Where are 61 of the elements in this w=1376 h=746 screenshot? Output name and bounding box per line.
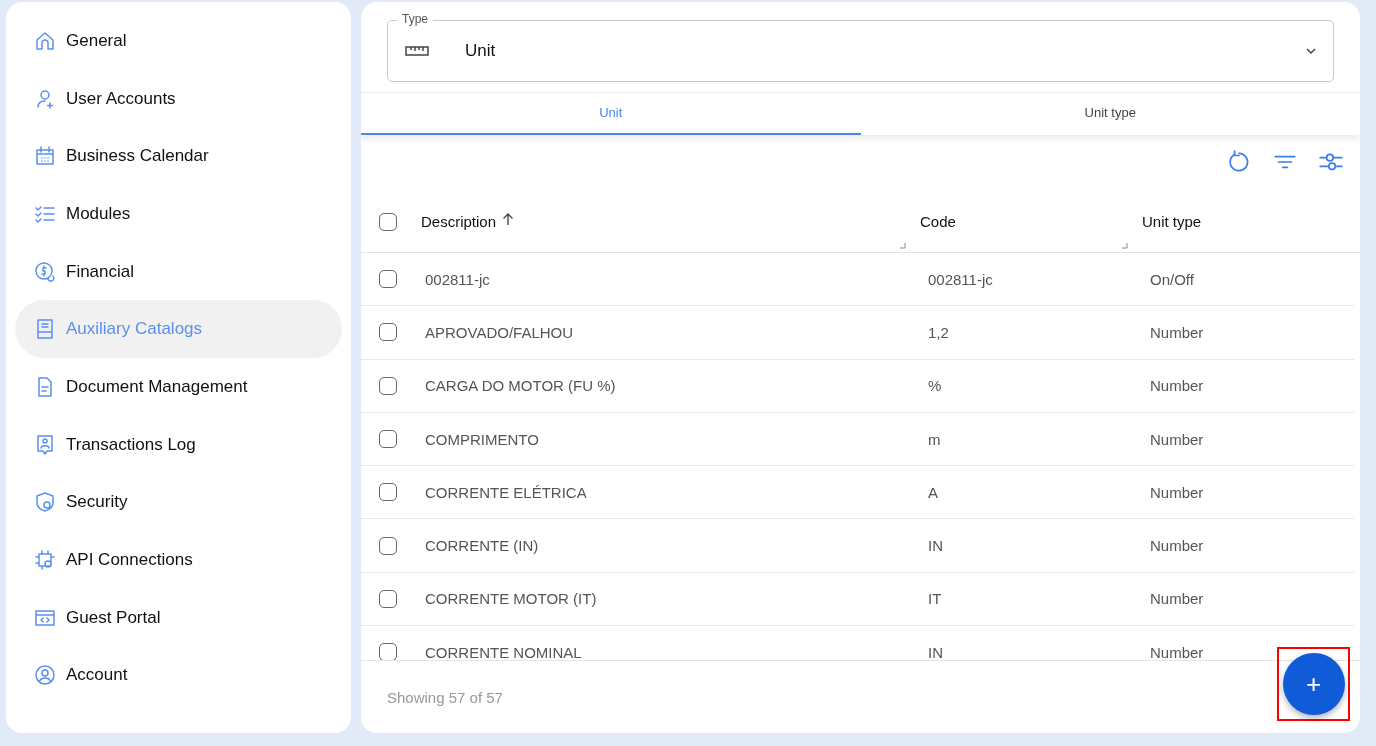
row-checkbox[interactable] — [379, 483, 397, 502]
sidebar-icon — [33, 663, 57, 688]
resize-handle-icon[interactable] — [1122, 243, 1128, 249]
table-cell: On/Off — [1150, 270, 1194, 288]
table-cell: CORRENTE (IN) — [425, 537, 539, 555]
sidebar-item[interactable]: Security — [15, 473, 342, 532]
field-value: Unit — [465, 41, 496, 61]
row-checkbox[interactable] — [379, 323, 397, 342]
table-cell: IN — [928, 537, 943, 555]
sidebar-item[interactable]: Modules — [15, 185, 342, 243]
table-cell: IN — [928, 643, 943, 660]
resize-handle-icon[interactable] — [900, 243, 906, 249]
table-cell: Number — [1150, 537, 1204, 555]
sort-arrow-icon[interactable] — [502, 211, 515, 226]
column-header[interactable]: Code — [920, 213, 956, 230]
status-text: Showing 57 of 57 — [387, 688, 503, 706]
sidebar-item[interactable]: Business Calendar — [15, 127, 342, 186]
row-checkbox[interactable] — [379, 376, 397, 395]
field-label: Type — [397, 12, 433, 27]
table-cell: Number — [1150, 323, 1204, 341]
table-cell: IT — [928, 590, 942, 608]
table-cell: CORRENTE MOTOR (IT) — [425, 590, 597, 608]
sidebar-icon — [33, 548, 57, 573]
table-cell: 002811-jc — [928, 270, 993, 288]
tab[interactable]: Unit — [361, 93, 861, 135]
table-cell: % — [928, 377, 942, 395]
table-cell: CORRENTE ELÉTRICA — [425, 483, 587, 501]
sidebar-icon — [33, 259, 57, 284]
ruler-icon — [404, 44, 430, 58]
column-header[interactable]: Unit type — [1142, 213, 1202, 230]
table-cell: Number — [1150, 590, 1204, 608]
table-cell: Number — [1150, 643, 1204, 660]
sidebar-item[interactable]: Guest Portal — [15, 588, 342, 647]
sidebar-item[interactable]: General — [15, 12, 342, 70]
row-checkbox[interactable] — [379, 430, 397, 449]
sidebar-icon — [33, 490, 57, 515]
table-cell: Number — [1150, 483, 1204, 501]
table-cell: Number — [1150, 430, 1204, 448]
column-header[interactable]: Description — [421, 213, 497, 230]
table-cell: 1,2 — [928, 323, 949, 341]
table-cell: APROVADO/FALHOU — [425, 323, 574, 341]
table-cell: CORRENTE NOMINAL — [425, 643, 582, 660]
table-cell: Number — [1150, 377, 1204, 395]
sidebar-item[interactable]: Account — [15, 646, 342, 705]
table-cell: CARGA DO MOTOR (FU %) — [425, 377, 616, 395]
sidebar-item[interactable]: Financial — [15, 242, 342, 301]
table-cell: 002811-jc — [425, 270, 490, 288]
sidebar-item[interactable]: Transactions Log — [15, 415, 342, 474]
table-cell: COMPRIMENTO — [425, 430, 539, 448]
row-checkbox[interactable] — [379, 270, 397, 289]
add-button[interactable]: + — [1282, 653, 1345, 715]
chevron-down-icon — [1305, 47, 1317, 55]
sidebar-item[interactable]: User Accounts — [15, 69, 342, 128]
sidebar-item[interactable]: Document Management — [15, 358, 342, 416]
sidebar-item[interactable]: API Connections — [15, 531, 342, 589]
table-cell: m — [928, 430, 941, 448]
row-checkbox[interactable] — [379, 536, 397, 555]
row-checkbox[interactable] — [379, 589, 397, 608]
table-cell: A — [928, 483, 938, 501]
select-all-checkbox[interactable] — [379, 212, 397, 231]
tab[interactable]: Unit type — [860, 93, 1360, 135]
